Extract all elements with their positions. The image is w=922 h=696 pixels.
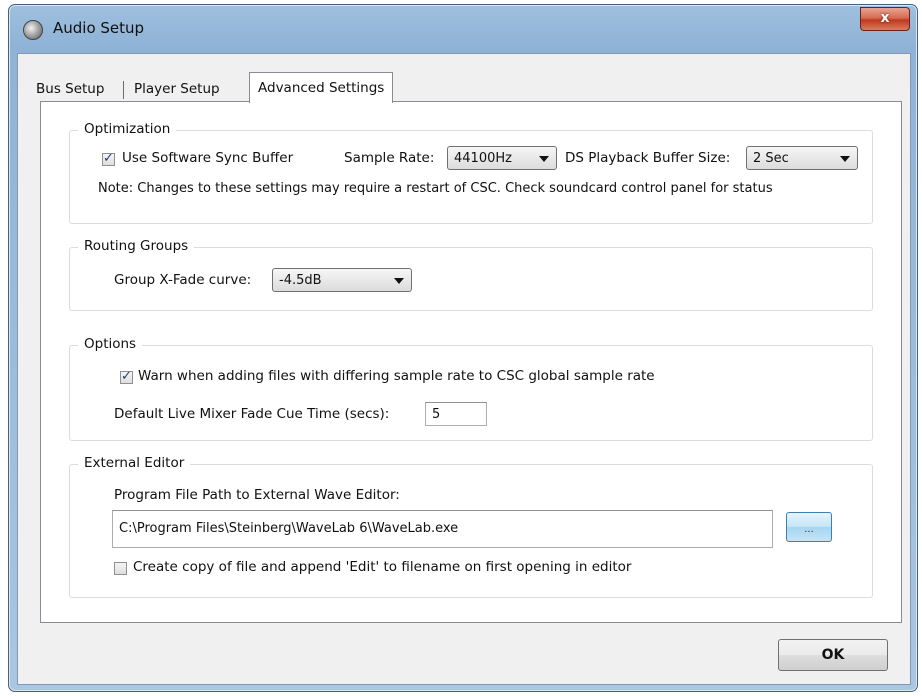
tab-separator [123, 81, 124, 99]
sample-rate-value: 44100Hz [454, 151, 512, 166]
ds-buffer-size-select[interactable]: 2 Sec [746, 146, 858, 170]
options-group-title: Options [78, 336, 143, 352]
browse-button[interactable]: ... [786, 512, 832, 542]
dialog-client-area: Bus Setup Player Setup Advanced Settings… [17, 53, 911, 685]
group-xfade-value: -4.5dB [279, 273, 322, 288]
sample-rate-select[interactable]: 44100Hz [447, 146, 557, 170]
fade-cue-time-value: 5 [432, 407, 441, 422]
group-xfade-select[interactable]: -4.5dB [272, 268, 412, 292]
chevron-down-icon [539, 156, 549, 162]
routing-groups-title: Routing Groups [78, 238, 195, 254]
software-sync-buffer-label: Use Software Sync Buffer [122, 150, 294, 166]
advanced-settings-panel: Optimization Use Software Sync Buffer Sa… [40, 101, 902, 623]
optimization-group: Optimization Use Software Sync Buffer Sa… [69, 121, 873, 224]
ds-buffer-size-label: DS Playback Buffer Size: [565, 150, 731, 166]
chevron-down-icon [394, 278, 404, 284]
chevron-down-icon [840, 156, 850, 162]
app-icon [23, 20, 43, 40]
ellipsis-icon: ... [804, 524, 814, 535]
tab-bus-setup[interactable]: Bus Setup [28, 77, 112, 101]
create-copy-checkbox[interactable] [114, 562, 127, 575]
title-bar[interactable]: Audio Setup x [9, 5, 917, 53]
group-xfade-label: Group X-Fade curve: [114, 272, 252, 288]
external-editor-group: External Editor Program File Path to Ext… [69, 455, 873, 598]
close-button[interactable]: x [860, 7, 910, 31]
audio-setup-window: Audio Setup x Bus Setup Player Setup Adv… [8, 4, 918, 692]
settings-note: Note: Changes to these settings may requ… [98, 181, 773, 196]
window-title: Audio Setup [53, 19, 145, 37]
fade-cue-time-input[interactable]: 5 [425, 402, 487, 426]
ds-buffer-size-value: 2 Sec [753, 151, 789, 166]
external-editor-title: External Editor [78, 455, 191, 471]
tab-player-setup[interactable]: Player Setup [126, 77, 228, 101]
warn-sample-rate-label: Warn when adding files with differing sa… [138, 368, 655, 384]
ok-button[interactable]: OK [778, 639, 888, 671]
options-group: Options Warn when adding files with diff… [69, 336, 873, 441]
routing-groups-group: Routing Groups Group X-Fade curve: -4.5d… [69, 238, 873, 311]
editor-path-input[interactable]: C:\Program Files\Steinberg\WaveLab 6\Wav… [112, 510, 773, 548]
software-sync-buffer-checkbox[interactable] [102, 151, 115, 166]
sample-rate-label: Sample Rate: [344, 150, 435, 166]
tab-advanced-settings[interactable]: Advanced Settings [249, 72, 394, 103]
create-copy-label: Create copy of file and append 'Edit' to… [133, 559, 632, 575]
warn-sample-rate-checkbox[interactable] [120, 369, 133, 384]
fade-cue-time-label: Default Live Mixer Fade Cue Time (secs): [114, 406, 390, 422]
editor-path-label: Program File Path to External Wave Edito… [114, 487, 400, 503]
optimization-group-title: Optimization [78, 121, 177, 137]
editor-path-value: C:\Program Files\Steinberg\WaveLab 6\Wav… [119, 521, 459, 536]
close-icon: x [880, 10, 890, 26]
